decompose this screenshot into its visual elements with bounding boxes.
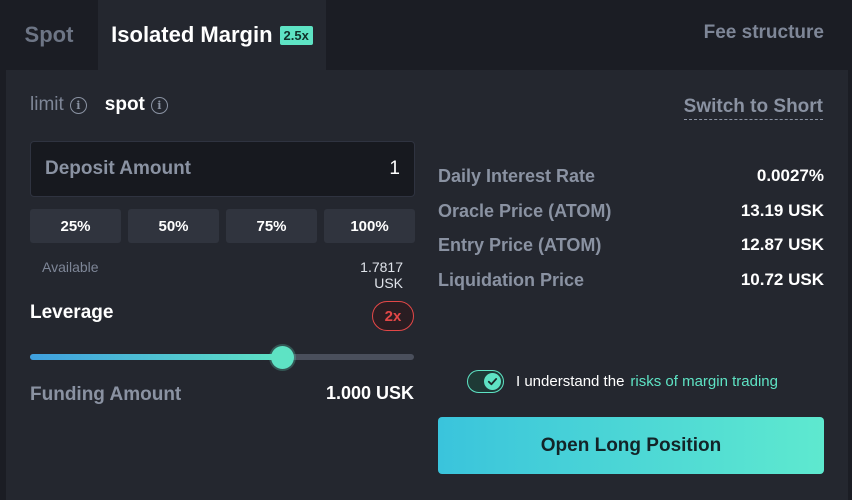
percent-50-button[interactable]: 50% xyxy=(128,209,219,243)
risks-of-margin-trading-link[interactable]: risks of margin trading xyxy=(630,373,778,390)
mode-spot-label: spot xyxy=(104,94,145,115)
tab-isolated-margin-label: Isolated Margin xyxy=(111,22,273,47)
info-circle-icon[interactable]: i xyxy=(150,96,168,114)
liquidation-price-value: 10.72 USK xyxy=(740,269,824,289)
tab-spot-label: Spot xyxy=(24,22,74,47)
entry-price-label: Entry Price (ATOM) xyxy=(438,235,602,255)
stat-row: Liquidation Price 10.72 USK xyxy=(438,270,824,305)
deposit-amount-value[interactable]: 1 xyxy=(389,158,400,180)
available-value: 1.7817 USK xyxy=(360,259,403,291)
mode-limit[interactable]: limit i xyxy=(30,94,87,116)
top-tab-bar: Spot Isolated Margin 2.5x Fee structure xyxy=(0,0,852,70)
stat-row: Entry Price (ATOM) 12.87 USK xyxy=(438,235,824,270)
order-mode-selector: limit i spot i xyxy=(30,94,186,116)
funding-amount-label: Funding Amount xyxy=(30,384,182,405)
check-icon xyxy=(484,373,501,390)
percent-25-button[interactable]: 25% xyxy=(30,209,121,243)
info-circle-icon[interactable]: i xyxy=(69,96,87,114)
mode-spot[interactable]: spot i xyxy=(105,94,168,116)
daily-interest-rate-value: 0.0027% xyxy=(756,166,824,185)
switch-to-short-link[interactable]: Switch to Short xyxy=(683,96,823,120)
percent-100-button[interactable]: 100% xyxy=(324,209,415,243)
margin-order-panel: limit i spot i Switch to Short Deposit A… xyxy=(6,70,848,500)
percent-75-button[interactable]: 75% xyxy=(226,209,317,243)
leverage-value-badge: 2x xyxy=(372,301,414,331)
risk-acknowledgement: I understand the risks of margin trading xyxy=(467,370,778,393)
stat-row: Daily Interest Rate 0.0027% xyxy=(438,166,824,201)
daily-interest-rate-label: Daily Interest Rate xyxy=(438,166,596,186)
risk-acknowledgement-text: I understand the xyxy=(516,373,625,390)
position-stats: Daily Interest Rate 0.0027% Oracle Price… xyxy=(438,166,824,304)
deposit-amount-input[interactable]: Deposit Amount 1 xyxy=(30,141,415,197)
entry-price-value: 12.87 USK xyxy=(740,235,824,254)
oracle-price-value: 13.19 USK xyxy=(740,200,824,220)
leverage-slider-fill xyxy=(30,354,282,360)
leverage-slider[interactable] xyxy=(30,346,414,369)
percent-button-group: 25% 50% 75% 100% xyxy=(30,209,415,243)
liquidation-price-label: Liquidation Price xyxy=(438,269,585,290)
oracle-price-label: Oracle Price (ATOM) xyxy=(438,200,612,221)
tab-isolated-margin[interactable]: Isolated Margin 2.5x xyxy=(98,0,326,70)
stat-row: Oracle Price (ATOM) 13.19 USK xyxy=(438,201,824,236)
open-long-position-button[interactable]: Open Long Position xyxy=(438,417,824,474)
tab-spot[interactable]: Spot xyxy=(0,0,98,70)
leverage-slider-handle[interactable] xyxy=(271,346,294,369)
leverage-label: Leverage xyxy=(30,302,114,323)
mode-limit-label: limit xyxy=(30,94,64,115)
deposit-amount-label: Deposit Amount xyxy=(45,158,192,179)
funding-amount-value: 1.000 USK xyxy=(325,383,414,403)
risk-acknowledgement-toggle[interactable] xyxy=(467,370,504,393)
margin-multiplier-badge: 2.5x xyxy=(279,25,313,45)
available-label: Available xyxy=(42,259,99,275)
fee-structure-link[interactable]: Fee structure xyxy=(704,22,824,44)
